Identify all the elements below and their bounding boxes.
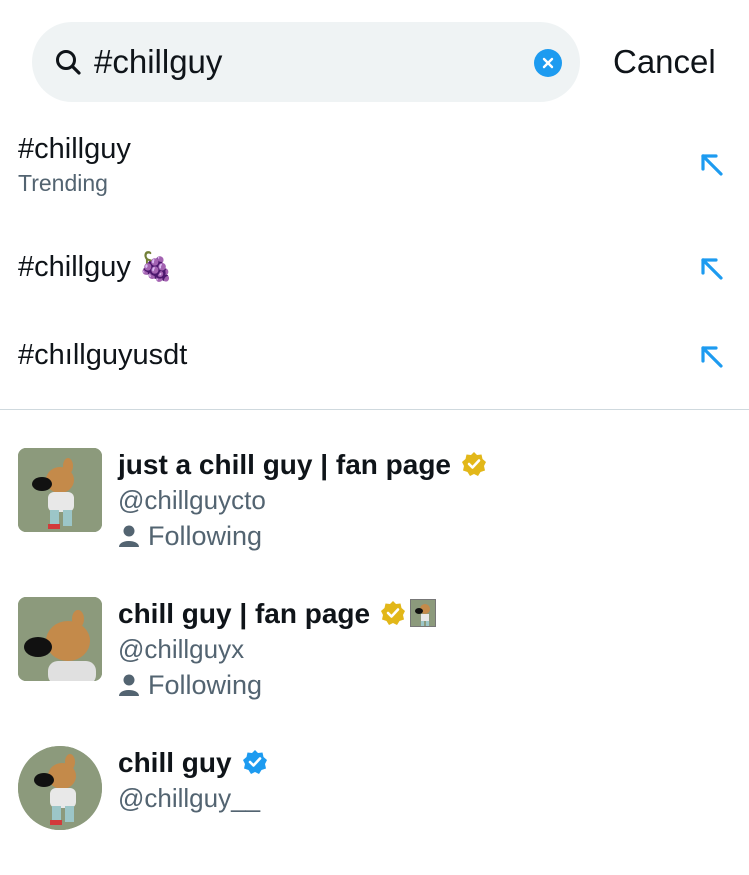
blue-verified-icon — [242, 750, 267, 774]
grapes-emoji: 🍇 — [138, 251, 174, 282]
cancel-button[interactable]: Cancel — [613, 40, 716, 84]
search-suggestion-item[interactable]: #chillguy 🍇 — [0, 240, 749, 296]
user-display-name-text: chill guy — [118, 747, 232, 778]
suggestion-title-text: #chillguy — [18, 251, 131, 283]
suggestion-title: #chillguy — [18, 133, 131, 165]
following-label: Following — [148, 670, 263, 700]
user-display-name-text: chill guy | fan page — [118, 598, 371, 629]
user-result-item[interactable]: chill guy | fan page @chillguyx Followin… — [0, 589, 749, 709]
close-icon — [542, 57, 554, 69]
user-display-name: chill guy — [118, 746, 268, 780]
following-status: Following — [118, 520, 262, 552]
user-handle: @chillguyx — [118, 634, 245, 664]
user-result-item[interactable]: chill guy @chillguy__ — [0, 738, 749, 838]
suggestion-title: #chillguy 🍇 — [18, 249, 174, 285]
avatar[interactable] — [18, 597, 102, 681]
user-display-name: chill guy | fan page — [118, 597, 437, 631]
user-result-item[interactable]: just a chill guy | fan page @chillguycto… — [0, 440, 749, 560]
user-display-name: just a chill guy | fan page — [118, 448, 487, 482]
search-suggestion-item[interactable]: #chillguy Trending — [0, 128, 749, 208]
gold-verified-icon — [381, 601, 406, 625]
dog-character-icon — [18, 597, 102, 681]
person-icon — [119, 525, 139, 547]
dog-character-icon — [18, 448, 102, 532]
user-handle: @chillguy__ — [118, 783, 261, 813]
gold-verified-icon — [462, 452, 487, 476]
search-suggestion-item[interactable]: #chıllguyusdt — [0, 328, 749, 384]
suggestion-subtitle: Trending — [18, 170, 108, 196]
user-display-name-text: just a chill guy | fan page — [118, 449, 452, 480]
fill-query-arrow-icon[interactable] — [697, 150, 727, 180]
search-query-text[interactable]: #chillguy — [94, 40, 222, 84]
following-label: Following — [148, 521, 263, 551]
affiliate-badge-icon — [410, 599, 437, 627]
user-handle: @chillguycto — [118, 485, 266, 515]
avatar[interactable] — [18, 746, 102, 830]
section-divider — [0, 409, 749, 410]
search-input[interactable]: #chillguy — [32, 22, 580, 102]
person-icon — [119, 674, 139, 696]
search-icon — [56, 50, 81, 75]
suggestion-title: #chıllguyusdt — [18, 339, 188, 371]
following-status: Following — [118, 669, 262, 701]
fill-query-arrow-icon[interactable] — [697, 254, 727, 284]
clear-search-button[interactable] — [534, 49, 562, 77]
fill-query-arrow-icon[interactable] — [697, 342, 727, 372]
search-header: #chillguy Cancel — [0, 0, 749, 120]
dog-character-icon — [18, 746, 102, 830]
avatar[interactable] — [18, 448, 102, 532]
